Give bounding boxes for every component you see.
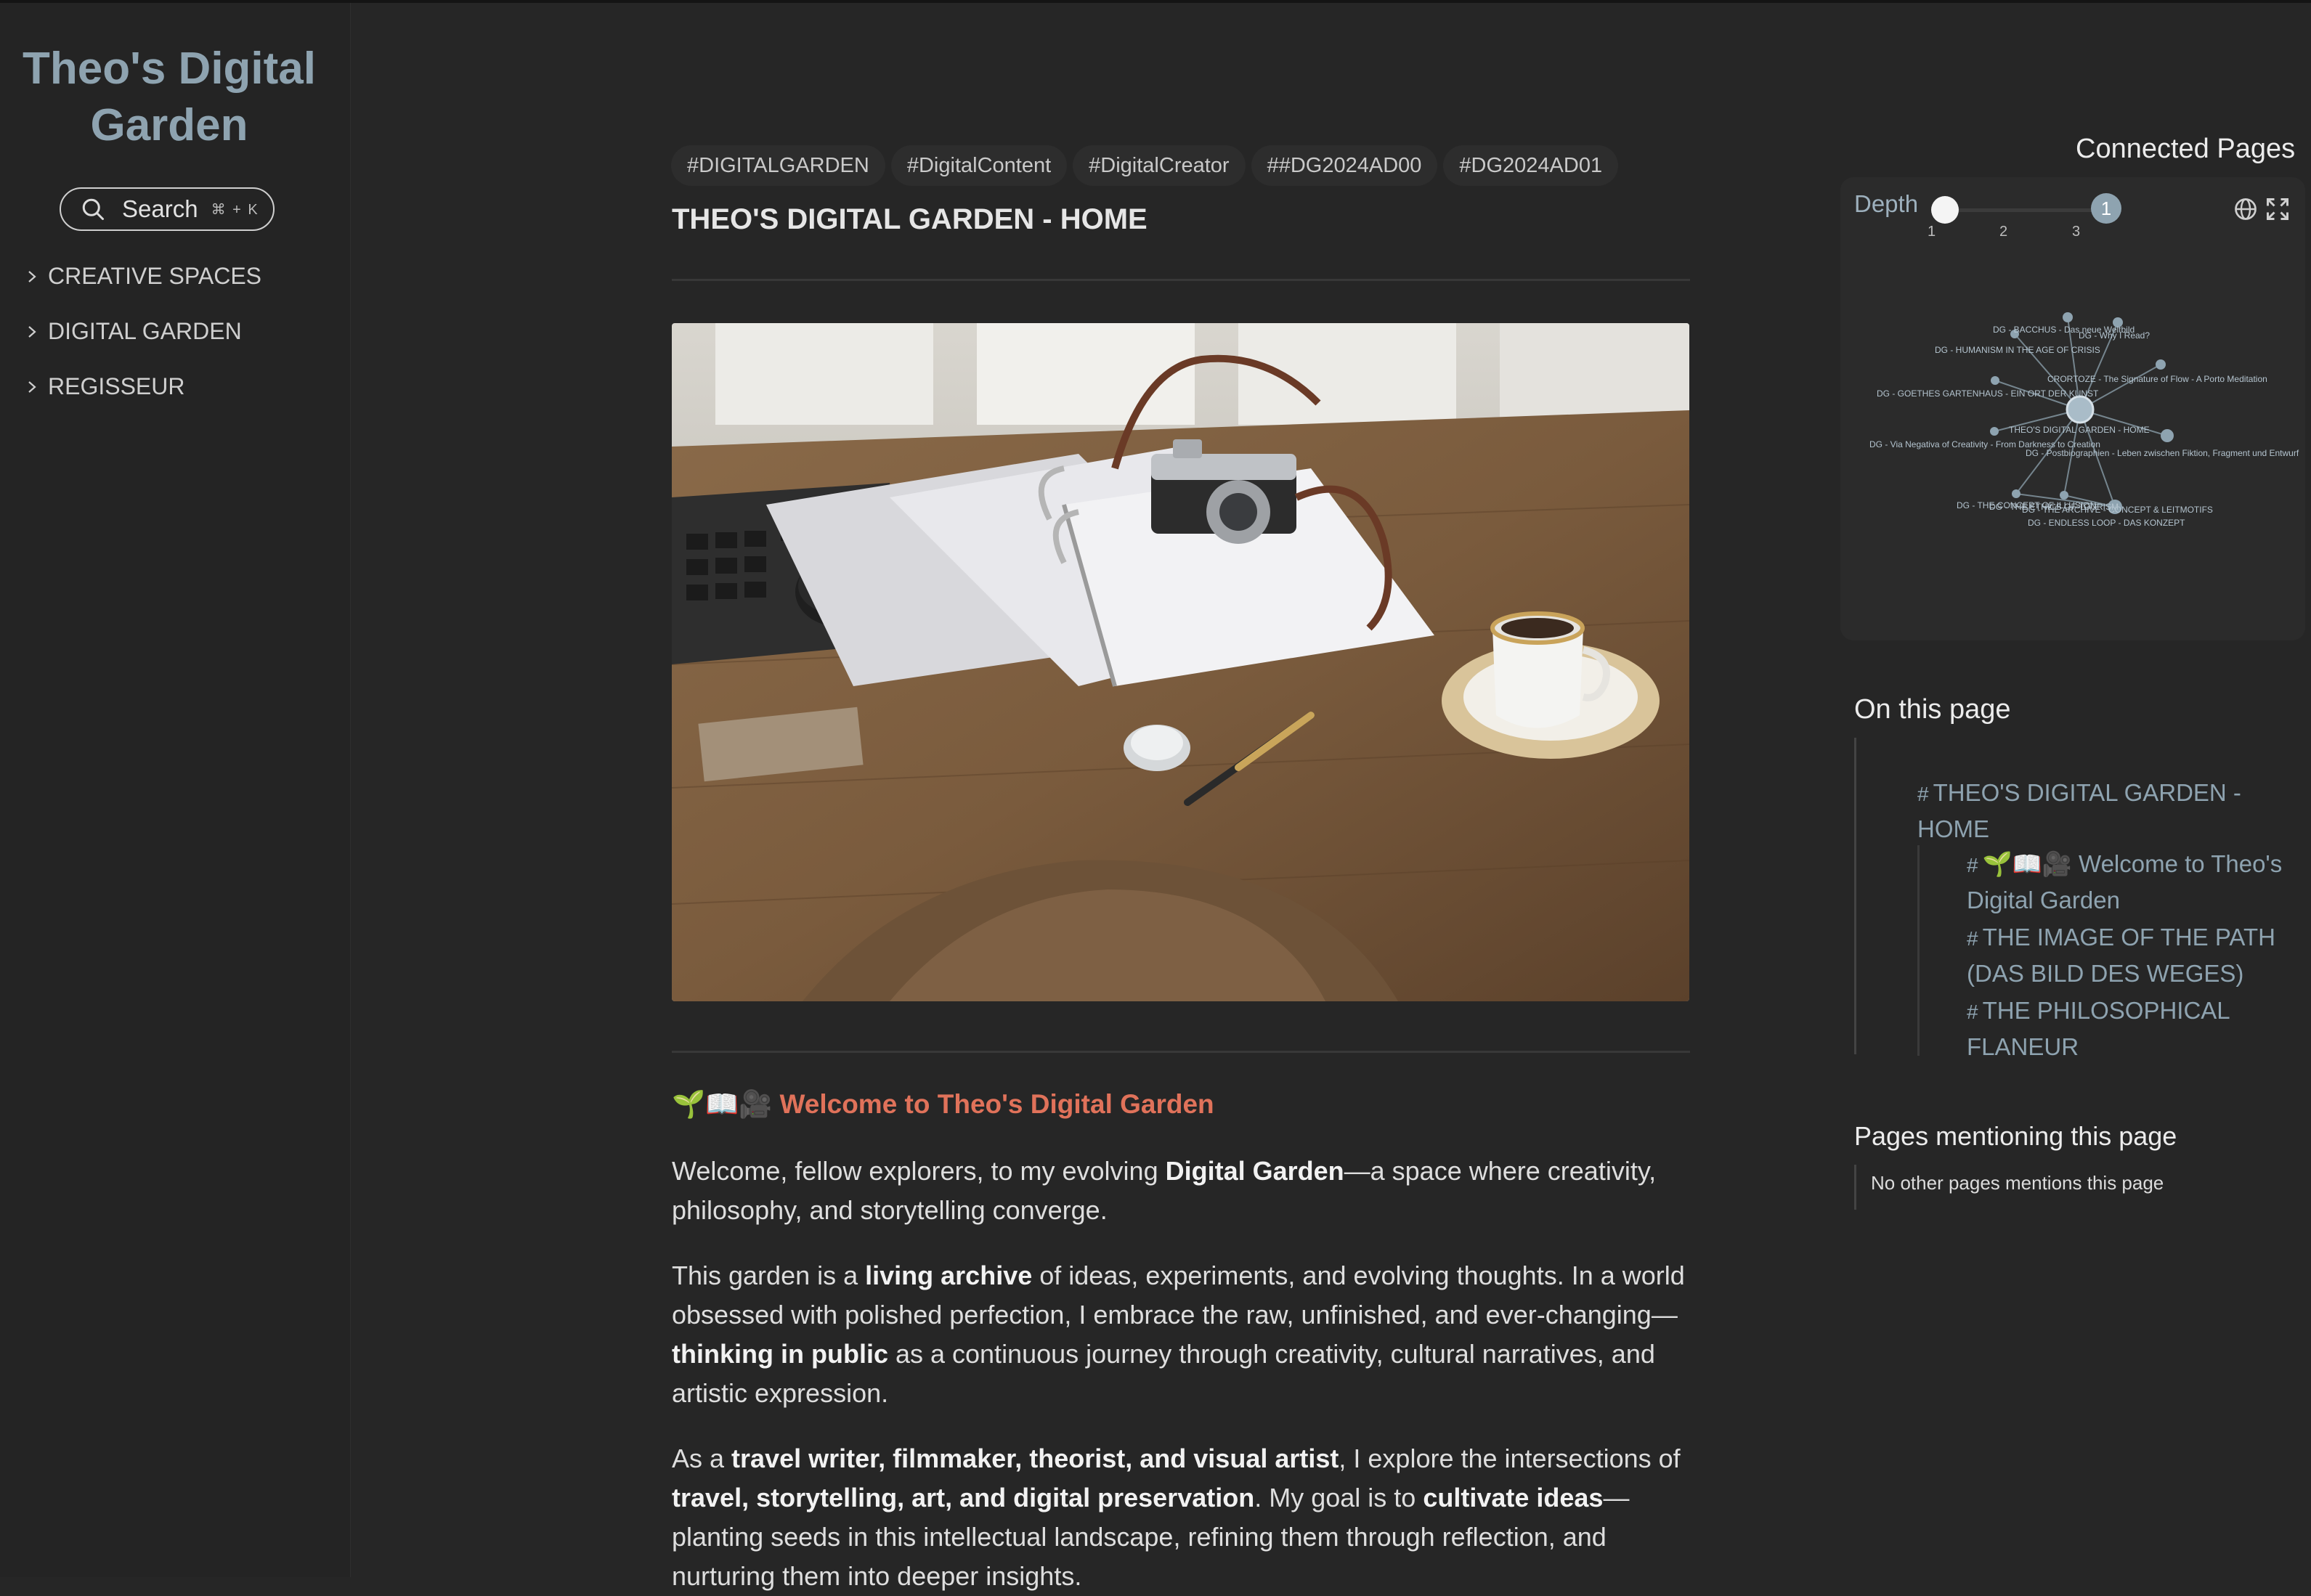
depth-tick: 3 (2072, 224, 2081, 240)
depth-value-badge: 1 (2091, 193, 2121, 224)
sidebar-item-label: CREATIVE SPACES (48, 263, 261, 289)
hero-image (672, 323, 1689, 1001)
desk-photo-illustration (672, 323, 1689, 1001)
mentions-title: Pages mentioning this page (1854, 1121, 2177, 1151)
graph-node-label[interactable]: DG - GOETHES GARTENHAUS - EIN ORT DER KU… (1877, 388, 2099, 399)
graph-node-label[interactable]: DG - ENDLESS LOOP - DAS KONZEPT (2028, 518, 2185, 528)
hash-icon: # (1967, 854, 1978, 876)
depth-tick: 2 (1999, 224, 2008, 240)
toc-guide-line-nested (1917, 845, 1920, 1056)
mentions-empty-text: No other pages mentions this page (1871, 1172, 2164, 1194)
page-title: THEO'S DIGITAL GARDEN - HOME (672, 203, 1148, 235)
search-label: Search (122, 195, 198, 222)
tag-list: #DIGITALGARDEN #DigitalContent #DigitalC… (671, 145, 1619, 186)
sidebar-item-label: DIGITAL GARDEN (48, 318, 242, 344)
tag-dg2024ad01[interactable]: #DG2024AD01 (1443, 145, 1619, 186)
graph-node-label-current[interactable]: THEO'S DIGITAL GARDEN - HOME (2009, 425, 2150, 435)
intro-paragraph-3: As a travel writer, filmmaker, theorist,… (672, 1444, 1681, 1591)
welcome-emoji: 🌱📖🎥 (672, 1089, 773, 1119)
hash-icon: # (1967, 1001, 1978, 1023)
search-button[interactable]: Search ⌘ + K (60, 187, 275, 231)
tag-digitalcontent[interactable]: #DigitalContent (890, 145, 1068, 186)
tag-digitalgarden[interactable]: #DIGITALGARDEN (671, 145, 885, 186)
chevron-right-icon (28, 380, 36, 393)
search-icon (82, 198, 104, 220)
chevron-right-icon (28, 325, 36, 338)
divider (672, 279, 1690, 281)
expand-icon[interactable] (2265, 196, 2291, 222)
sidebar-item-digital-garden[interactable]: DIGITAL GARDEN (25, 318, 242, 345)
divider (672, 1051, 1690, 1053)
graph-node-label[interactable]: DG - Postbiographien - Leben zwischen Fi… (2026, 448, 2299, 458)
mentions-guide-line (1854, 1165, 1856, 1210)
search-shortcut: ⌘ + K (211, 201, 259, 218)
sidebar: Theo's Digital Garden Search ⌘ + K CREAT… (0, 3, 351, 1577)
on-this-page-title: On this page (1854, 694, 2011, 725)
depth-slider-thumb[interactable] (1931, 196, 1959, 224)
intro-paragraph-1: Welcome, fellow explorers, to my evolvin… (672, 1156, 1657, 1225)
sidebar-item-label: REGISSEUR (48, 373, 185, 399)
depth-label: Depth (1854, 190, 1919, 217)
tag-dg2024ad00[interactable]: ##DG2024AD00 (1251, 145, 1438, 186)
depth-slider-track[interactable] (1943, 208, 2106, 212)
graph-node-label[interactable]: DG - Why I Read? (2079, 330, 2150, 341)
tag-digitalcreator[interactable]: #DigitalCreator (1073, 145, 1246, 186)
hash-icon: # (1917, 783, 1929, 805)
welcome-heading-text: Welcome to Theo's Digital Garden (779, 1089, 1214, 1119)
globe-icon[interactable] (2233, 196, 2259, 222)
chevron-right-icon (28, 270, 36, 282)
toc-item-home[interactable]: # THEO'S DIGITAL GARDEN - HOME (1917, 775, 2251, 847)
toc-item-welcome[interactable]: # 🌱📖🎥 Welcome to Theo's Digital Garden (1967, 847, 2286, 918)
toc-item-image-of-path[interactable]: # THE IMAGE OF THE PATH (DAS BILD DES WEG… (1967, 920, 2286, 991)
sidebar-item-regisseur[interactable]: REGISSEUR (25, 373, 184, 400)
connected-pages-graph[interactable]: DG - BACCHUS - Das neue Weltbild DG - Wh… (1840, 290, 2305, 552)
depth-tick: 1 (1928, 224, 1936, 240)
graph-node-label[interactable]: DG - THE ARCHIVE - CONCEPT & LEITMOTIFS (2022, 505, 2213, 515)
welcome-heading[interactable]: 🌱📖🎥 Welcome to Theo's Digital Garden (672, 1089, 1214, 1120)
site-title[interactable]: Theo's Digital Garden (0, 41, 338, 154)
connected-pages-title: Connected Pages (2076, 134, 2296, 164)
hash-icon: # (1967, 927, 1978, 950)
graph-node-label[interactable]: DG - HUMANISM IN THE AGE OF CRISIS (1935, 345, 2100, 355)
toc-item-flaneur[interactable]: # THE PHILOSOPHICAL FLANEUR (1967, 993, 2272, 1064)
toc-guide-line (1854, 738, 1856, 1054)
graph-node-label[interactable]: CRORTOZE - The Signature of Flow - A Por… (2047, 374, 2267, 384)
intro-paragraph-2: This garden is a living archive of ideas… (672, 1261, 1685, 1408)
sidebar-item-creative-spaces[interactable]: CREATIVE SPACES (25, 263, 261, 290)
